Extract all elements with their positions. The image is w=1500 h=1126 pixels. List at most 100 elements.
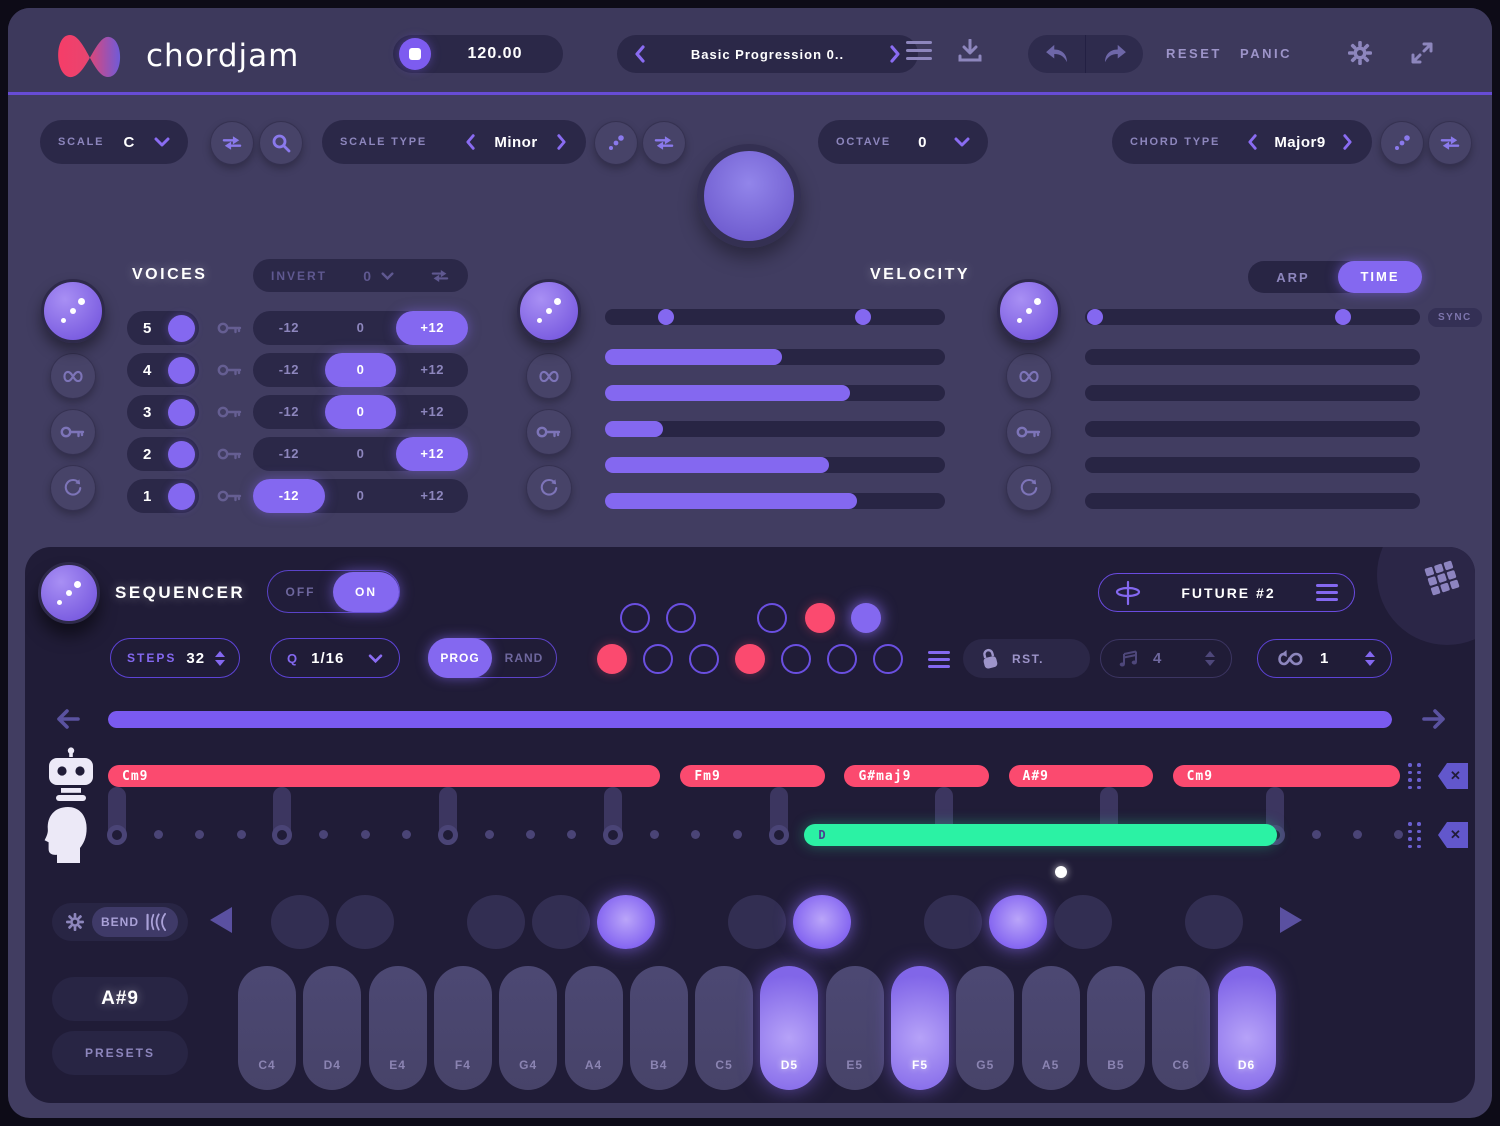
chord-block[interactable]: A#9 (1009, 765, 1154, 787)
range-handle[interactable] (658, 309, 674, 325)
white-key-D6[interactable]: D6 (1218, 966, 1276, 1090)
note-circles-menu-icon[interactable] (928, 651, 950, 668)
velocity-bar[interactable] (605, 457, 945, 473)
chord-type-prev-icon[interactable] (1246, 133, 1259, 151)
voice-toggle[interactable]: 3 (127, 395, 199, 429)
time-bar[interactable] (1085, 385, 1420, 401)
voice-enabled-dot[interactable] (168, 483, 195, 510)
note-length-bar[interactable]: D (804, 824, 1277, 846)
time-range-slider[interactable] (1085, 309, 1420, 325)
black-key-C#6[interactable] (1185, 895, 1243, 949)
chord-type-next-icon[interactable] (1341, 133, 1354, 151)
voice-toggle[interactable]: 1 (127, 479, 199, 513)
sequencer-dice-knob[interactable] (38, 562, 100, 624)
transpose-option[interactable]: -12 (253, 353, 325, 387)
chord-block[interactable]: Fm9 (680, 765, 825, 787)
voice-enabled-dot[interactable] (168, 315, 195, 342)
white-key-B5[interactable]: B5 (1087, 966, 1145, 1090)
white-key-F5[interactable]: F5 (891, 966, 949, 1090)
scale-type-swap-button[interactable] (642, 121, 686, 165)
black-key-D#4[interactable] (336, 895, 394, 949)
white-key-C5[interactable]: C5 (695, 966, 753, 1090)
prog-option[interactable]: PROG (428, 638, 492, 678)
step-dot[interactable] (526, 830, 535, 839)
arp-option[interactable]: ARP (1248, 270, 1338, 285)
steps-stepper[interactable] (215, 651, 225, 666)
voice-toggle[interactable]: 5 (127, 311, 199, 345)
rate-stepper[interactable] (1205, 651, 1215, 666)
gear-icon[interactable] (1348, 41, 1372, 65)
white-key-D5[interactable]: D5 (760, 966, 818, 1090)
key-lock-button[interactable] (1006, 409, 1052, 455)
step-dot[interactable] (361, 830, 370, 839)
chord-type-dice-button[interactable] (1380, 121, 1424, 165)
seq-note-circle[interactable] (757, 603, 787, 633)
step-dot[interactable] (485, 830, 494, 839)
black-key-A#4[interactable] (597, 895, 655, 949)
white-key-C6[interactable]: C6 (1152, 966, 1210, 1090)
seq-note-circle[interactable] (643, 644, 673, 674)
transpose-option[interactable]: -12 (253, 479, 325, 513)
velocity-bar[interactable] (605, 493, 945, 509)
black-key-C#4[interactable] (271, 895, 329, 949)
white-key-A5[interactable]: A5 (1022, 966, 1080, 1090)
white-key-E4[interactable]: E4 (369, 966, 427, 1090)
chord-block[interactable]: G#maj9 (844, 765, 989, 787)
scroll-left-icon[interactable] (55, 707, 81, 731)
chord-type-value[interactable]: Major9 (1259, 134, 1341, 151)
time-option[interactable]: TIME (1338, 261, 1422, 293)
black-key-C#5[interactable] (728, 895, 786, 949)
black-key-D#5[interactable] (793, 895, 851, 949)
scale-select[interactable]: SCALE C (40, 120, 188, 164)
step-dot[interactable] (1312, 830, 1321, 839)
keyboard-octave-right-button[interactable] (1280, 907, 1302, 933)
time-bar[interactable] (1085, 493, 1420, 509)
velocity-range-slider[interactable] (605, 309, 945, 325)
download-icon[interactable] (958, 39, 982, 65)
time-bar[interactable] (1085, 457, 1420, 473)
black-key-G#5[interactable] (989, 895, 1047, 949)
presets-button[interactable]: PRESETS (52, 1031, 188, 1075)
note-row-clear-button[interactable]: ✕ (1438, 822, 1468, 848)
cycle-button[interactable] (50, 465, 96, 511)
note-row-drag-handle[interactable] (1408, 822, 1423, 849)
beat-dot[interactable] (107, 825, 127, 845)
head-icon[interactable] (41, 805, 91, 863)
infinity-button[interactable] (526, 353, 572, 399)
white-key-F4[interactable]: F4 (434, 966, 492, 1090)
quantize-control[interactable]: Q 1/16 (270, 638, 400, 678)
timeline-position-dot[interactable] (1055, 866, 1067, 878)
transpose-option[interactable]: +12 (396, 479, 468, 513)
seq-note-circle[interactable] (735, 644, 765, 674)
reset-button[interactable]: RESET (1166, 46, 1222, 61)
scale-search-button[interactable] (259, 121, 303, 165)
step-dot[interactable] (733, 830, 742, 839)
transpose-option[interactable]: -12 (253, 395, 325, 429)
time-bar[interactable] (1085, 349, 1420, 365)
transpose-option[interactable]: +12 (396, 353, 468, 387)
chord-type-swap-button[interactable] (1428, 121, 1472, 165)
transpose-option[interactable]: 0 (325, 311, 397, 345)
step-dot[interactable] (319, 830, 328, 839)
prog-rand-toggle[interactable]: PROG RAND (428, 638, 557, 678)
scroll-right-icon[interactable] (1421, 707, 1447, 731)
beat-dot[interactable] (769, 825, 789, 845)
transpose-option[interactable]: 0 (325, 395, 397, 429)
seq-note-circle[interactable] (805, 603, 835, 633)
infinity-button[interactable] (50, 353, 96, 399)
white-key-D4[interactable]: D4 (303, 966, 361, 1090)
sync-badge[interactable]: SYNC (1428, 308, 1482, 327)
scale-type-value[interactable]: Minor (477, 134, 555, 151)
chord-block[interactable]: Cm9 (108, 765, 660, 787)
menu-icon[interactable] (906, 41, 932, 61)
loop-stepper[interactable] (1365, 651, 1375, 666)
cycle-button[interactable] (1006, 465, 1052, 511)
loop-control[interactable]: 1 (1257, 639, 1392, 678)
white-key-A4[interactable]: A4 (565, 966, 623, 1090)
step-dot[interactable] (691, 830, 700, 839)
gear-icon[interactable] (66, 913, 84, 931)
white-key-E5[interactable]: E5 (826, 966, 884, 1090)
transpose-option[interactable]: 0 (325, 437, 397, 471)
scale-type-prev-icon[interactable] (464, 133, 477, 151)
velocity-bar[interactable] (605, 385, 945, 401)
